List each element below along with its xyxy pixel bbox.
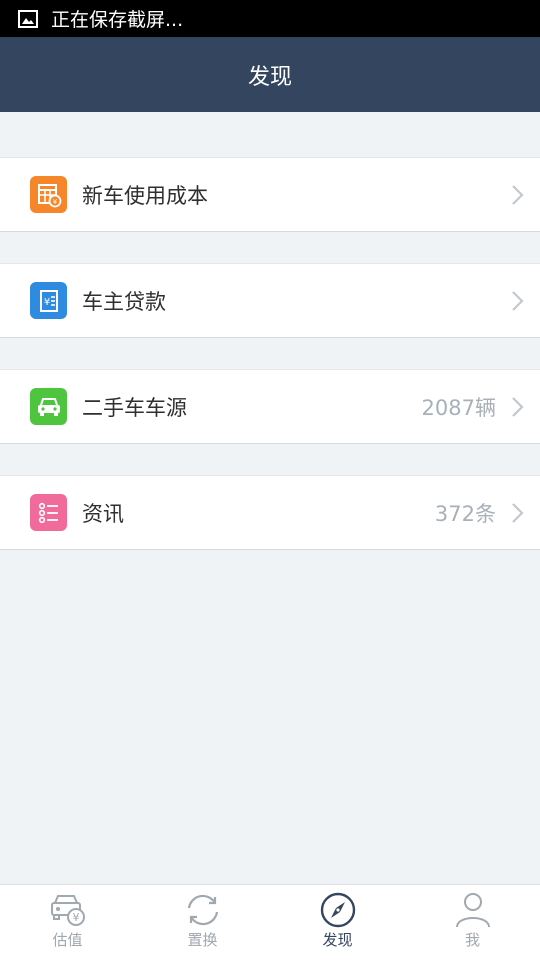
list-item-label: 新车使用成本 [82, 183, 208, 208]
chevron-right-icon [512, 290, 524, 311]
status-text: 正在保存截屏... [51, 9, 184, 31]
tab-label: 估值 [52, 931, 83, 949]
list-item-owner-loan[interactable]: ¥ 车主贷款 [0, 263, 540, 338]
nav-bar: 发现 [0, 37, 540, 112]
loan-receipt-icon: ¥ [30, 282, 67, 319]
tab-label: 发现 [322, 931, 353, 949]
bottom-tab-bar: ¥ 估值 置换 发现 我 [0, 884, 540, 960]
swap-cycle-icon [187, 894, 218, 926]
list-item-count: 372条 [434, 501, 496, 526]
list-item-label: 资讯 [82, 501, 124, 526]
list-item-used-car-source[interactable]: 二手车车源 2087辆 [0, 369, 540, 444]
tab-label: 置换 [187, 931, 218, 949]
svg-text:¥: ¥ [72, 911, 79, 924]
svg-text:¥: ¥ [43, 297, 49, 308]
news-list-icon [30, 494, 67, 531]
chevron-right-icon [512, 396, 524, 417]
chevron-right-icon [512, 184, 524, 205]
list-item-news[interactable]: 资讯 372条 [0, 475, 540, 550]
car-icon [30, 388, 67, 425]
tab-valuation[interactable]: ¥ 估值 [0, 885, 135, 960]
svg-text:¥: ¥ [52, 198, 57, 206]
status-bar: 正在保存截屏... [0, 0, 540, 37]
tab-exchange[interactable]: 置换 [135, 885, 270, 960]
tab-me[interactable]: 我 [405, 885, 540, 960]
list-item-label: 二手车车源 [82, 395, 187, 420]
list-item-label: 车主贷款 [82, 289, 166, 314]
compass-icon [320, 892, 355, 928]
chevron-right-icon [512, 502, 524, 523]
list-item-new-car-cost[interactable]: ¥ 新车使用成本 [0, 157, 540, 232]
calculator-icon: ¥ [30, 176, 67, 213]
list-item-count: 2087辆 [421, 395, 496, 420]
tab-label: 我 [464, 931, 480, 949]
page-title: 发现 [247, 64, 292, 90]
image-icon [18, 9, 38, 28]
tab-discover[interactable]: 发现 [270, 885, 405, 960]
car-valuation-icon: ¥ [50, 895, 85, 926]
person-icon [455, 893, 490, 928]
